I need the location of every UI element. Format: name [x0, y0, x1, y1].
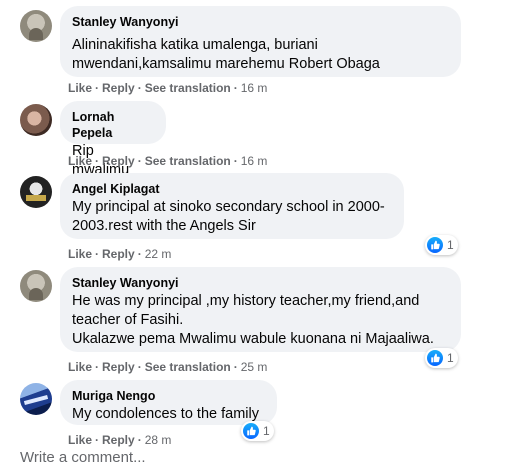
comment-text: Alininakifisha katika umalenga, buriani …	[72, 36, 449, 74]
avatar[interactable]	[20, 270, 52, 302]
reply-link[interactable]: Reply	[102, 154, 135, 168]
comment-text-line: 2003.rest with the Angels Sir	[72, 218, 256, 234]
reaction-count: 1	[447, 351, 454, 365]
comment-author[interactable]: Lornah Pepela	[72, 109, 154, 141]
reply-link[interactable]: Reply	[102, 247, 135, 261]
comment-text: He was my principal ,my history teacher,…	[72, 292, 449, 349]
avatar[interactable]	[20, 383, 52, 415]
reaction-summary[interactable]: 1	[241, 421, 274, 441]
like-thumb-icon	[427, 350, 443, 366]
like-link[interactable]: Like	[68, 247, 92, 261]
write-comment-input[interactable]: Write a comment...	[20, 449, 146, 466]
comment-actions: Like · Reply · 22 m	[68, 247, 172, 261]
timestamp[interactable]: 16 m	[241, 154, 268, 168]
timestamp[interactable]: 25 m	[241, 360, 268, 374]
timestamp[interactable]: 22 m	[145, 247, 172, 261]
comment-text-line: Ukalazwe pema Mwalimu wabule kuonana ni …	[72, 331, 434, 347]
see-translation-link[interactable]: See translation	[145, 81, 231, 95]
like-link[interactable]: Like	[68, 154, 92, 168]
comment-author[interactable]: Stanley Wanyonyi	[72, 14, 449, 30]
comment-bubble: Lornah Pepela Rip mwalimu	[60, 101, 166, 178]
reply-link[interactable]: Reply	[102, 81, 135, 95]
reaction-count: 1	[263, 424, 270, 438]
see-translation-link[interactable]: See translation	[145, 154, 231, 168]
comment-bubble: Angel Kiplagat My principal at sinoko se…	[60, 173, 404, 239]
comment-actions: Like · Reply · See translation · 25 m	[68, 360, 268, 374]
comment-text: My condolences to the family	[72, 405, 265, 424]
comment-text: My principal at sinoko secondary school …	[72, 198, 392, 236]
comment-bubble: Muriga Nengo My condolences to the famil…	[60, 380, 277, 425]
timestamp[interactable]: 16 m	[241, 81, 268, 95]
reaction-summary[interactable]: 1	[425, 348, 458, 368]
comment-bubble: Stanley Wanyonyi He was my principal ,my…	[60, 267, 461, 352]
like-thumb-icon	[427, 237, 443, 253]
comment-actions: Like · Reply · See translation · 16 m	[68, 81, 268, 95]
comment-bubble: Stanley Wanyonyi Alininakifisha katika u…	[60, 6, 461, 77]
avatar[interactable]	[20, 176, 52, 208]
comment-text-line: mwendani,kamsalimu marehemu Robert Obaga	[72, 56, 380, 72]
like-link[interactable]: Like	[68, 81, 92, 95]
comment-text-line: teacher of Fasihi.	[72, 312, 184, 328]
reaction-count: 1	[447, 238, 454, 252]
comment-author[interactable]: Muriga Nengo	[72, 388, 265, 404]
like-link[interactable]: Like	[68, 433, 92, 447]
like-link[interactable]: Like	[68, 360, 92, 374]
comment-actions: Like · Reply · 28 m	[68, 433, 172, 447]
comment-author[interactable]: Stanley Wanyonyi	[72, 275, 449, 291]
avatar[interactable]	[20, 10, 52, 42]
see-translation-link[interactable]: See translation	[145, 360, 231, 374]
timestamp[interactable]: 28 m	[145, 433, 172, 447]
reaction-summary[interactable]: 1	[425, 235, 458, 255]
comment-actions: Like · Reply · See translation · 16 m	[68, 154, 268, 168]
avatar[interactable]	[20, 104, 52, 136]
comment-text-line: Alininakifisha katika umalenga, buriani	[72, 37, 318, 53]
comment-text-line: My principal at sinoko secondary school …	[72, 199, 385, 215]
comment-text-line: My condolences to the family	[72, 406, 259, 422]
comment-text-line: He was my principal ,my history teacher,…	[72, 293, 420, 309]
like-thumb-icon	[243, 423, 259, 439]
reply-link[interactable]: Reply	[102, 360, 135, 374]
reply-link[interactable]: Reply	[102, 433, 135, 447]
comment-author[interactable]: Angel Kiplagat	[72, 181, 392, 197]
